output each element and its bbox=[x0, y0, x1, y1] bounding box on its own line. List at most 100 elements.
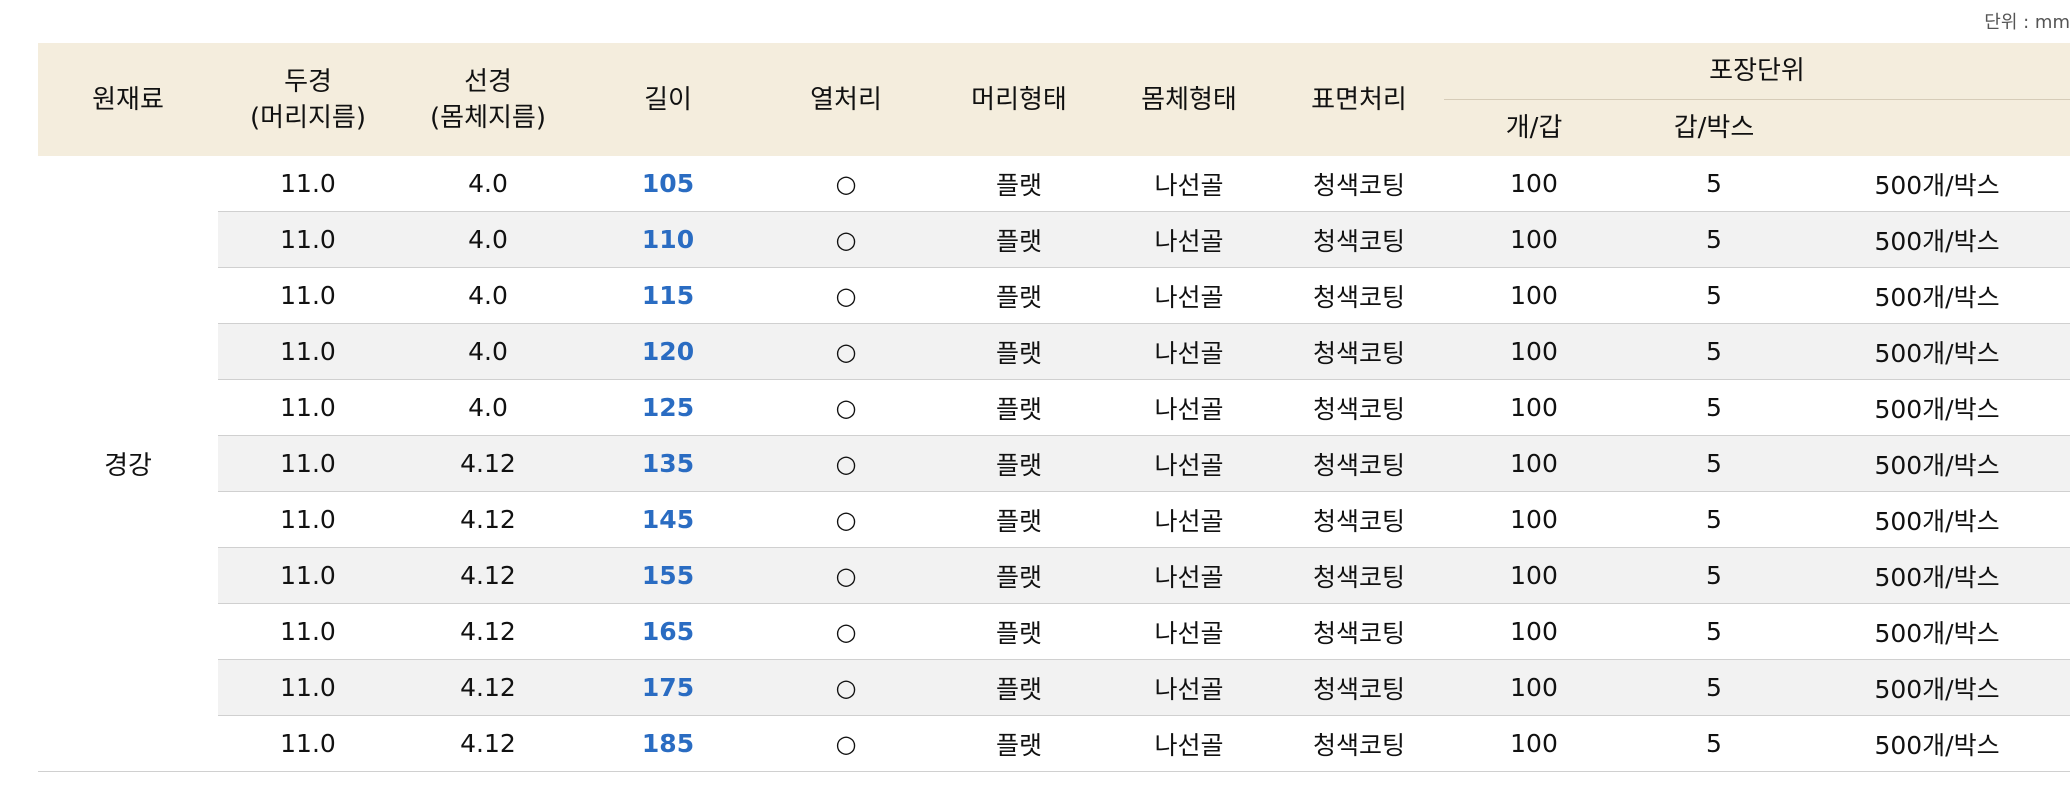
wire-diameter-cell: 4.12 bbox=[398, 659, 578, 716]
surface-treatment-cell: 청색코팅 bbox=[1274, 491, 1444, 548]
header-material: 원재료 bbox=[38, 43, 218, 156]
heat-treatment-cell: ○ bbox=[758, 211, 934, 268]
pcs-per-pack-cell: 100 bbox=[1444, 323, 1624, 380]
packs-per-box-cell: 5 bbox=[1624, 379, 1804, 436]
pcs-per-pack-cell: 100 bbox=[1444, 267, 1624, 324]
wire-diameter-cell: 4.12 bbox=[398, 715, 578, 772]
wire-diameter-cell: 4.12 bbox=[398, 547, 578, 604]
surface-treatment-cell: 청색코팅 bbox=[1274, 659, 1444, 716]
surface-treatment-cell: 청색코팅 bbox=[1274, 211, 1444, 268]
total-per-box-cell: 500개/박스 bbox=[1804, 435, 2070, 492]
table-row: 11.0 4.12 135 ○ 플랫 나선골 청색코팅 100 5 500개/박… bbox=[38, 435, 2070, 492]
length-cell: 125 bbox=[578, 379, 758, 436]
body-type-cell: 나선골 bbox=[1104, 379, 1274, 436]
packs-per-box-cell: 5 bbox=[1624, 491, 1804, 548]
head-type-cell: 플랫 bbox=[934, 715, 1104, 772]
length-cell: 155 bbox=[578, 547, 758, 604]
header-head-diameter-label: 두경 bbox=[284, 66, 332, 97]
head-diameter-cell: 11.0 bbox=[218, 156, 398, 212]
surface-treatment-cell: 청색코팅 bbox=[1274, 267, 1444, 324]
heat-treatment-cell: ○ bbox=[758, 435, 934, 492]
head-diameter-cell: 11.0 bbox=[218, 491, 398, 548]
length-cell: 185 bbox=[578, 715, 758, 772]
table-row: 11.0 4.0 125 ○ 플랫 나선골 청색코팅 100 5 500개/박스 bbox=[38, 379, 2070, 436]
heat-treatment-cell: ○ bbox=[758, 659, 934, 716]
header-head-type: 머리형태 bbox=[934, 43, 1104, 156]
header-pcs-per-pack: 개/갑 bbox=[1444, 99, 1624, 156]
table-header: 원재료 두경 (머리지름) 선경 (몸체지름) 길이 열처리 머리형태 몸체형태… bbox=[38, 43, 2070, 156]
packs-per-box-cell: 5 bbox=[1624, 267, 1804, 324]
pcs-per-pack-cell: 100 bbox=[1444, 211, 1624, 268]
head-type-cell: 플랫 bbox=[934, 211, 1104, 268]
head-type-cell: 플랫 bbox=[934, 659, 1104, 716]
header-length: 길이 bbox=[578, 43, 758, 156]
head-diameter-cell: 11.0 bbox=[218, 547, 398, 604]
table-row: 11.0 4.12 185 ○ 플랫 나선골 청색코팅 100 5 500개/박… bbox=[38, 715, 2070, 772]
table-row: 11.0 4.0 115 ○ 플랫 나선골 청색코팅 100 5 500개/박스 bbox=[38, 267, 2070, 324]
wire-diameter-cell: 4.12 bbox=[398, 603, 578, 660]
surface-treatment-cell: 청색코팅 bbox=[1274, 323, 1444, 380]
header-surface-treatment: 표면처리 bbox=[1274, 43, 1444, 156]
spec-table: 원재료 두경 (머리지름) 선경 (몸체지름) 길이 열처리 머리형태 몸체형태… bbox=[38, 43, 2070, 772]
packs-per-box-cell: 5 bbox=[1624, 323, 1804, 380]
total-per-box-cell: 500개/박스 bbox=[1804, 715, 2070, 772]
heat-treatment-cell: ○ bbox=[758, 156, 934, 212]
body-type-cell: 나선골 bbox=[1104, 715, 1274, 772]
pcs-per-pack-cell: 100 bbox=[1444, 547, 1624, 604]
packs-per-box-cell: 5 bbox=[1624, 156, 1804, 212]
table-row: 11.0 4.12 175 ○ 플랫 나선골 청색코팅 100 5 500개/박… bbox=[38, 659, 2070, 716]
head-type-cell: 플랫 bbox=[934, 267, 1104, 324]
body-type-cell: 나선골 bbox=[1104, 323, 1274, 380]
head-type-cell: 플랫 bbox=[934, 435, 1104, 492]
table-row: 11.0 4.12 155 ○ 플랫 나선골 청색코팅 100 5 500개/박… bbox=[38, 547, 2070, 604]
total-per-box-cell: 500개/박스 bbox=[1804, 379, 2070, 436]
header-wire-diameter-sub: (몸체지름) bbox=[430, 102, 546, 133]
heat-treatment-cell: ○ bbox=[758, 547, 934, 604]
heat-treatment-cell: ○ bbox=[758, 491, 934, 548]
header-total-blank bbox=[1804, 99, 2070, 156]
surface-treatment-cell: 청색코팅 bbox=[1274, 715, 1444, 772]
length-cell: 175 bbox=[578, 659, 758, 716]
head-type-cell: 플랫 bbox=[934, 547, 1104, 604]
length-cell: 105 bbox=[578, 156, 758, 212]
total-per-box-cell: 500개/박스 bbox=[1804, 323, 2070, 380]
packs-per-box-cell: 5 bbox=[1624, 547, 1804, 604]
material-cell: 경강 bbox=[38, 156, 218, 772]
surface-treatment-cell: 청색코팅 bbox=[1274, 547, 1444, 604]
total-per-box-cell: 500개/박스 bbox=[1804, 547, 2070, 604]
pcs-per-pack-cell: 100 bbox=[1444, 379, 1624, 436]
heat-treatment-cell: ○ bbox=[758, 379, 934, 436]
head-diameter-cell: 11.0 bbox=[218, 323, 398, 380]
table-row: 11.0 4.12 145 ○ 플랫 나선골 청색코팅 100 5 500개/박… bbox=[38, 491, 2070, 548]
head-type-cell: 플랫 bbox=[934, 379, 1104, 436]
length-cell: 145 bbox=[578, 491, 758, 548]
surface-treatment-cell: 청색코팅 bbox=[1274, 435, 1444, 492]
length-cell: 165 bbox=[578, 603, 758, 660]
pcs-per-pack-cell: 100 bbox=[1444, 603, 1624, 660]
surface-treatment-cell: 청색코팅 bbox=[1274, 156, 1444, 212]
wire-diameter-cell: 4.12 bbox=[398, 491, 578, 548]
packs-per-box-cell: 5 bbox=[1624, 435, 1804, 492]
head-type-cell: 플랫 bbox=[934, 603, 1104, 660]
total-per-box-cell: 500개/박스 bbox=[1804, 211, 2070, 268]
packs-per-box-cell: 5 bbox=[1624, 211, 1804, 268]
table-row: 11.0 4.0 110 ○ 플랫 나선골 청색코팅 100 5 500개/박스 bbox=[38, 211, 2070, 268]
body-type-cell: 나선골 bbox=[1104, 156, 1274, 212]
table-row: 경강 11.0 4.0 105 ○ 플랫 나선골 청색코팅 100 5 500개… bbox=[38, 156, 2070, 772]
pcs-per-pack-cell: 100 bbox=[1444, 715, 1624, 772]
table-row: 11.0 4.12 165 ○ 플랫 나선골 청색코팅 100 5 500개/박… bbox=[38, 603, 2070, 660]
head-type-cell: 플랫 bbox=[934, 491, 1104, 548]
body-type-cell: 나선골 bbox=[1104, 603, 1274, 660]
total-per-box-cell: 500개/박스 bbox=[1804, 603, 2070, 660]
packs-per-box-cell: 5 bbox=[1624, 603, 1804, 660]
head-diameter-cell: 11.0 bbox=[218, 715, 398, 772]
pcs-per-pack-cell: 100 bbox=[1444, 491, 1624, 548]
header-wire-diameter: 선경 (몸체지름) bbox=[398, 43, 578, 156]
surface-treatment-cell: 청색코팅 bbox=[1274, 379, 1444, 436]
head-type-cell: 플랫 bbox=[934, 156, 1104, 212]
length-cell: 120 bbox=[578, 323, 758, 380]
body-type-cell: 나선골 bbox=[1104, 267, 1274, 324]
header-body-type: 몸체형태 bbox=[1104, 43, 1274, 156]
header-head-diameter: 두경 (머리지름) bbox=[218, 43, 398, 156]
length-cell: 115 bbox=[578, 267, 758, 324]
